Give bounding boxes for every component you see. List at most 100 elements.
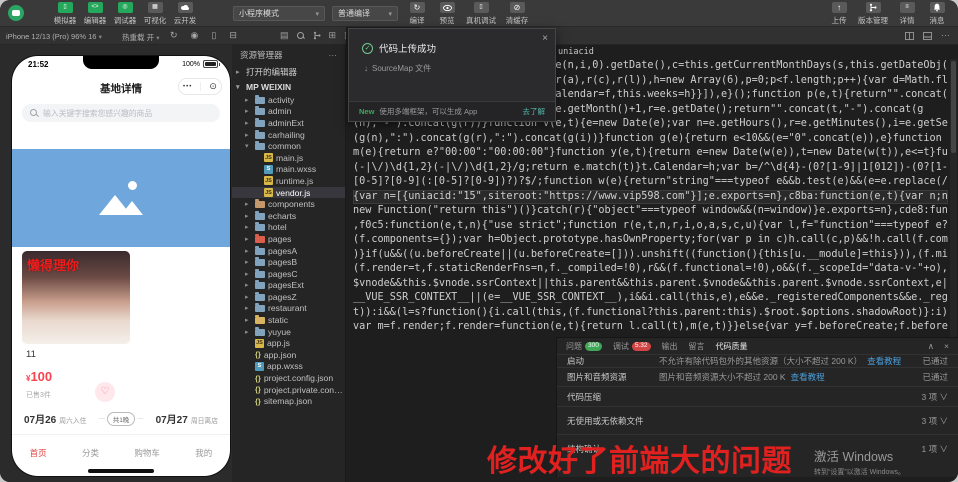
editor-scrollbar[interactable] — [950, 59, 957, 345]
git-branch-icon[interactable] — [313, 31, 321, 40]
favorite-heart-icon[interactable]: ♡ — [95, 382, 115, 402]
file-name: sitemap.json — [264, 396, 312, 406]
explorer-more-icon[interactable]: ⋯ — [329, 50, 338, 61]
remote-debug-button[interactable]: ▯ 真机调试 — [462, 2, 500, 26]
tabbar-item-首页[interactable]: 首页 — [30, 447, 47, 459]
tree-item-pages[interactable]: ▸pages — [232, 233, 345, 245]
clear-cache-button[interactable]: ⊘ 清缓存 — [500, 2, 534, 26]
file-name: vendor.js — [276, 188, 310, 198]
expand-items-control[interactable]: 1 项 ∨ — [922, 443, 948, 455]
promo-text: 使用多端框架，可以生成 App — [379, 106, 477, 117]
tree-item-carhailing[interactable]: ▸carhailing — [232, 129, 345, 141]
refresh-page-icon[interactable]: ↻ — [170, 30, 178, 41]
compile-mode-dropdown[interactable]: 普通编译 ▾ — [332, 6, 398, 21]
version-control-button[interactable]: 版本管理 — [854, 2, 892, 26]
file-name: app.js — [267, 338, 290, 348]
expand-items-control[interactable]: 3 项 ∨ — [922, 415, 948, 427]
tree-item-sitemap.json[interactable]: {}sitemap.json — [232, 395, 345, 407]
file-name: pagesZ — [268, 292, 297, 302]
tree-item-project.private.config.j...[interactable]: {}project.private.config.j... — [232, 384, 345, 396]
project-root[interactable]: ▾ MP WEIXIN — [232, 80, 345, 94]
tree-item-hotel[interactable]: ▸hotel — [232, 222, 345, 234]
debugger-toggle-button[interactable]: ◎ 调试器 — [110, 2, 140, 26]
device-selector[interactable]: iPhone 12/13 (Pro) 96% 16 ▾ — [6, 32, 102, 41]
tree-item-runtime.js[interactable]: JSruntime.js — [232, 175, 345, 187]
visualize-toggle-button[interactable]: ▦ 可视化 — [140, 2, 170, 26]
capsule-menu[interactable]: ••• ⊙ — [178, 78, 222, 95]
tree-item-pagesA[interactable]: ▸pagesA — [232, 245, 345, 257]
tree-item-adminExt[interactable]: ▸adminExt — [232, 117, 345, 129]
tutorial-link[interactable]: 查看教程 — [791, 371, 825, 383]
tree-item-vendor.js[interactable]: JSvendor.js — [232, 187, 345, 199]
tree-item-components[interactable]: ▸components — [232, 198, 345, 210]
tree-item-pagesB[interactable]: ▸pagesB — [232, 256, 345, 268]
file-name: restaurant — [268, 303, 307, 313]
file-explorer-icon[interactable]: ▤ — [280, 30, 289, 41]
tabbar-item-我的[interactable]: 我的 — [195, 447, 212, 459]
tree-item-restaurant[interactable]: ▸ restaurant — [232, 303, 345, 315]
collapse-panel-icon[interactable]: ∧ — [928, 341, 934, 352]
frame-icon[interactable]: ⊟ — [229, 30, 237, 41]
extensions-icon[interactable]: ⊞ — [329, 30, 337, 41]
search-input[interactable]: 输入关键字搜索您感兴趣的商品 — [22, 104, 220, 122]
tree-item-app.wxss[interactable]: Sapp.wxss — [232, 361, 345, 373]
product-image[interactable]: 懒得理你 — [22, 251, 130, 344]
close-toast-icon[interactable]: × — [542, 33, 548, 44]
tabbar-item-分类[interactable]: 分类 — [82, 447, 99, 459]
tree-item-yuyue[interactable]: ▸yuyue — [232, 326, 345, 338]
open-editors-section[interactable]: ▸ 打开的编辑器 — [232, 64, 345, 80]
record-icon[interactable]: ◉ — [191, 30, 199, 41]
tabbar-item-购物车[interactable]: 购物车 — [134, 447, 160, 459]
console-tab-输出[interactable]: 输出 — [662, 341, 678, 352]
search-icon[interactable] — [297, 32, 305, 40]
date-range-row[interactable]: 07月26 周六入住 —共1晚— 07月27 周日离店 — [24, 411, 218, 426]
messages-button[interactable]: 消息 — [922, 2, 952, 26]
simulator-toggle-button[interactable]: ▯ 模拟器 — [50, 2, 80, 26]
scrollbar-thumb[interactable] — [951, 61, 956, 153]
close-panel-icon[interactable]: × — [944, 341, 949, 352]
console-tab-留言[interactable]: 留言 — [689, 341, 705, 352]
chevron-right-icon: ▸ — [245, 131, 252, 139]
toast-title: 代码上传成功 — [379, 41, 436, 55]
tree-item-echarts[interactable]: ▸echarts — [232, 210, 345, 222]
tree-item-pagesExt[interactable]: ▸pagesExt — [232, 280, 345, 292]
console-tab-调试[interactable]: 调试5.32 — [613, 341, 651, 352]
layout-icon[interactable] — [923, 32, 932, 40]
tree-item-admin[interactable]: ▸admin — [232, 106, 345, 118]
tree-item-app.js[interactable]: JSapp.js — [232, 337, 345, 349]
tree-item-app.json[interactable]: {}app.json — [232, 349, 345, 361]
hot-reload-toggle[interactable]: 热重载 开 ▾ — [122, 32, 159, 43]
tree-item-static[interactable]: ▸static — [232, 314, 345, 326]
tree-item-pagesZ[interactable]: ▸pagesZ — [232, 291, 345, 303]
tree-item-activity[interactable]: ▸activity — [232, 94, 345, 106]
mode-dropdown[interactable]: 小程序模式 ▾ — [233, 6, 325, 21]
console-tab-代码质量[interactable]: 代码质量 — [716, 341, 748, 352]
more-actions-icon[interactable]: ⋯ — [941, 30, 950, 41]
code-line: m(e){return e?"00:00":"00:00:00"}functio… — [353, 146, 948, 161]
details-button[interactable]: ≡ 详情 — [892, 2, 922, 26]
tree-item-pagesC[interactable]: ▸pagesC — [232, 268, 345, 280]
minimize-target-icon[interactable]: ⊙ — [209, 82, 217, 91]
chevron-right-icon: ▸ — [245, 304, 252, 312]
preview-button[interactable]: 预览 — [432, 2, 462, 26]
tutorial-link[interactable]: 查看教程 — [867, 355, 901, 367]
tree-item-main.js[interactable]: JSmain.js — [232, 152, 345, 164]
compile-button[interactable]: ↻ 编译 — [402, 2, 432, 26]
editor-toggle-button[interactable]: <> 编辑器 — [80, 2, 110, 26]
js-file-icon: JS — [255, 339, 264, 348]
tree-item-project.config.json[interactable]: {}project.config.json — [232, 372, 345, 384]
split-editor-icon[interactable] — [905, 32, 914, 40]
tree-item-common[interactable]: ▾common — [232, 140, 345, 152]
rotate-device-icon[interactable]: ▯ — [211, 30, 216, 41]
divider — [12, 434, 230, 435]
console-tab-问题[interactable]: 问题300 — [566, 341, 602, 352]
tree-item-main.wxss[interactable]: Smain.wxss — [232, 164, 345, 176]
upload-button[interactable]: ↑ 上传 — [824, 2, 854, 26]
sourcemap-download-link[interactable]: ↓ SourceMap 文件 — [364, 63, 431, 74]
expand-items-control[interactable]: 3 项 ∨ — [922, 391, 948, 403]
cloud-dev-button[interactable]: 云开发 — [170, 2, 200, 26]
chevron-right-icon: ▸ — [245, 328, 252, 336]
more-menu-icon[interactable]: ••• — [183, 84, 192, 90]
banner-swiper[interactable] — [12, 149, 230, 247]
promo-link[interactable]: 去了解 — [523, 106, 546, 117]
